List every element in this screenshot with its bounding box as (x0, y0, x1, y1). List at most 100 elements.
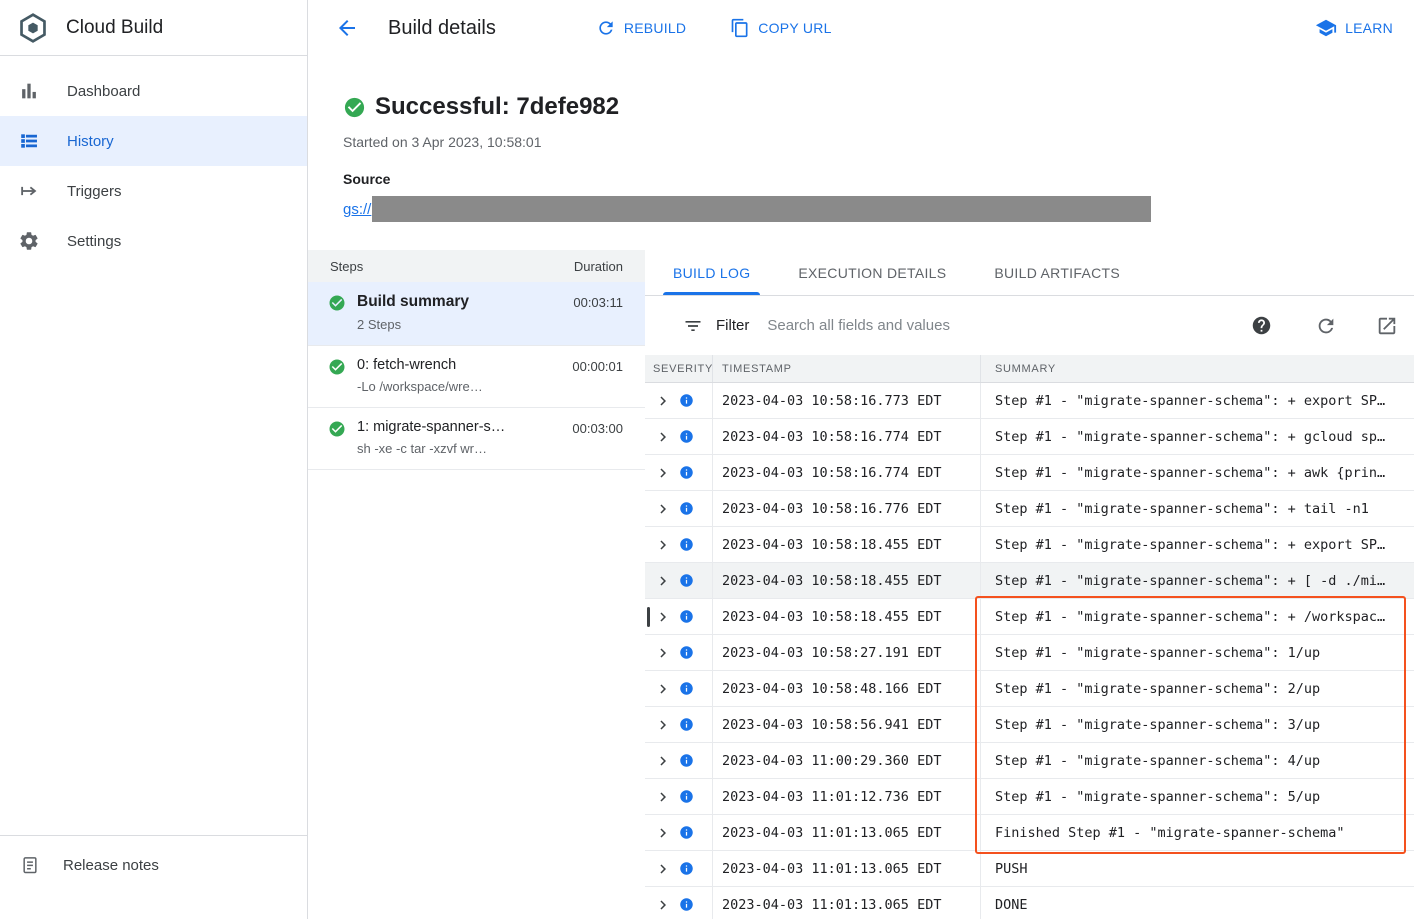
sidebar-item-settings[interactable]: Settings (0, 216, 307, 266)
info-icon[interactable] (679, 897, 694, 912)
sidebar-item-triggers[interactable]: Triggers (0, 166, 307, 216)
chevron-right-icon[interactable] (654, 572, 672, 590)
info-icon[interactable] (679, 573, 694, 588)
log-row[interactable]: 2023-04-03 11:01:13.065 EDT Finished Ste… (645, 815, 1414, 851)
open-in-new-icon[interactable] (1376, 315, 1398, 337)
info-icon[interactable] (679, 501, 694, 516)
log-timestamp: 2023-04-03 10:58:27.191 EDT (713, 635, 981, 670)
sidebar-item-label: History (67, 133, 114, 150)
refresh-log-icon[interactable] (1315, 315, 1337, 337)
chevron-right-icon[interactable] (654, 644, 672, 662)
log-timestamp: 2023-04-03 10:58:48.166 EDT (713, 671, 981, 706)
log-row[interactable]: 2023-04-03 10:58:16.776 EDT Step #1 - "m… (645, 491, 1414, 527)
tab[interactable]: EXECUTION DETAILS (774, 250, 970, 295)
log-row[interactable]: 2023-04-03 10:58:27.191 EDT Step #1 - "m… (645, 635, 1414, 671)
learn-button[interactable]: LEARN (1315, 17, 1393, 39)
info-icon[interactable] (679, 681, 694, 696)
sidebar-item-label: Dashboard (67, 83, 140, 100)
sidebar-item-history[interactable]: History (0, 116, 307, 166)
step-row[interactable]: 0: fetch-wrench -Lo /workspace/wre… 00:0… (308, 346, 645, 408)
log-row[interactable]: 2023-04-03 11:01:13.065 EDT DONE (645, 887, 1414, 919)
step-text: Build summary 2 Steps (357, 293, 469, 332)
chevron-right-icon[interactable] (654, 536, 672, 554)
log-timestamp: 2023-04-03 10:58:16.774 EDT (713, 419, 981, 454)
severity-header: SEVERITY (645, 355, 713, 382)
rebuild-button[interactable]: REBUILD (596, 18, 686, 38)
log-row[interactable]: 2023-04-03 11:01:12.736 EDT Step #1 - "m… (645, 779, 1414, 815)
log-summary: Step #1 - "migrate-spanner-schema": 2/up (981, 671, 1414, 706)
info-icon[interactable] (679, 465, 694, 480)
rebuild-label: REBUILD (624, 20, 686, 36)
log-row[interactable]: 2023-04-03 10:58:16.773 EDT Step #1 - "m… (645, 383, 1414, 419)
sidebar-item-dashboard[interactable]: Dashboard (0, 66, 307, 116)
log-summary: Step #1 - "migrate-spanner-schema": 3/up (981, 707, 1414, 742)
info-icon[interactable] (679, 717, 694, 732)
chevron-right-icon[interactable] (654, 464, 672, 482)
chevron-right-icon[interactable] (654, 716, 672, 734)
info-icon[interactable] (679, 753, 694, 768)
chevron-right-icon[interactable] (654, 500, 672, 518)
history-list-icon (18, 130, 40, 152)
tab[interactable]: BUILD ARTIFACTS (970, 250, 1144, 295)
severity-cell (645, 419, 713, 454)
chevron-right-icon[interactable] (654, 860, 672, 878)
log-row[interactable]: 2023-04-03 10:58:18.455 EDT Step #1 - "m… (645, 563, 1414, 599)
release-notes-item[interactable]: Release notes (0, 836, 307, 894)
step-subtitle: -Lo /workspace/wre… (357, 379, 483, 394)
severity-cell (645, 563, 713, 598)
help-icon[interactable] (1251, 315, 1272, 336)
back-arrow-icon[interactable] (335, 16, 359, 40)
info-icon[interactable] (679, 645, 694, 660)
sidebar-item-label: Triggers (67, 183, 121, 200)
info-icon[interactable] (679, 825, 694, 840)
chevron-right-icon[interactable] (654, 428, 672, 446)
source-link[interactable]: gs:// (343, 201, 371, 218)
log-row[interactable]: 2023-04-03 10:58:16.774 EDT Step #1 - "m… (645, 455, 1414, 491)
source-label: Source (343, 171, 1414, 187)
learn-label: LEARN (1345, 20, 1393, 36)
info-icon[interactable] (679, 609, 694, 624)
cloud-build-logo-icon (16, 11, 50, 45)
chevron-right-icon[interactable] (654, 680, 672, 698)
info-icon[interactable] (679, 861, 694, 876)
log-summary: Step #1 - "migrate-spanner-schema": + [ … (981, 563, 1414, 598)
chevron-right-icon[interactable] (654, 608, 672, 626)
tab[interactable]: BUILD LOG (649, 250, 774, 295)
log-summary: Step #1 - "migrate-spanner-schema": 4/up (981, 743, 1414, 778)
info-icon[interactable] (679, 537, 694, 552)
log-timestamp: 2023-04-03 10:58:18.455 EDT (713, 599, 981, 634)
info-icon[interactable] (679, 789, 694, 804)
step-duration: 00:00:01 (572, 359, 623, 394)
chevron-right-icon[interactable] (654, 788, 672, 806)
log-row[interactable]: 2023-04-03 11:01:13.065 EDT PUSH (645, 851, 1414, 887)
log-timestamp: 2023-04-03 10:58:18.455 EDT (713, 527, 981, 562)
chevron-right-icon[interactable] (654, 824, 672, 842)
chevron-right-icon[interactable] (654, 392, 672, 410)
log-row[interactable]: 2023-04-03 10:58:18.455 EDT Step #1 - "m… (645, 599, 1414, 635)
step-row[interactable]: Build summary 2 Steps 00:03:11 (308, 282, 645, 346)
copy-url-button[interactable]: COPY URL (730, 18, 831, 38)
log-summary: Step #1 - "migrate-spanner-schema": 1/up (981, 635, 1414, 670)
step-title: Build summary (357, 293, 469, 311)
severity-cell (645, 527, 713, 562)
log-row[interactable]: 2023-04-03 10:58:16.774 EDT Step #1 - "m… (645, 419, 1414, 455)
chevron-right-icon[interactable] (654, 752, 672, 770)
sidebar-header: Cloud Build (0, 0, 307, 56)
page-title: Build details (388, 17, 496, 40)
log-row[interactable]: 2023-04-03 10:58:48.166 EDT Step #1 - "m… (645, 671, 1414, 707)
build-status-section: Successful: 7defe982 Started on 3 Apr 20… (308, 93, 1414, 222)
sidebar-item-label: Settings (67, 233, 121, 250)
info-icon[interactable] (679, 429, 694, 444)
step-row[interactable]: 1: migrate-spanner-s… sh -xe -c tar -xzv… (308, 408, 645, 470)
log-row[interactable]: 2023-04-03 10:58:18.455 EDT Step #1 - "m… (645, 527, 1414, 563)
chevron-right-icon[interactable] (654, 896, 672, 914)
severity-cell (645, 635, 713, 670)
success-check-icon (328, 420, 346, 456)
log-panel: BUILD LOG EXECUTION DETAILS BUILD ARTIFA… (645, 250, 1414, 919)
log-row[interactable]: 2023-04-03 11:00:29.360 EDT Step #1 - "m… (645, 743, 1414, 779)
tab-label: BUILD ARTIFACTS (994, 265, 1120, 281)
info-icon[interactable] (679, 393, 694, 408)
log-row[interactable]: 2023-04-03 10:58:56.941 EDT Step #1 - "m… (645, 707, 1414, 743)
search-input[interactable] (767, 317, 1241, 334)
learn-icon (1315, 17, 1337, 39)
